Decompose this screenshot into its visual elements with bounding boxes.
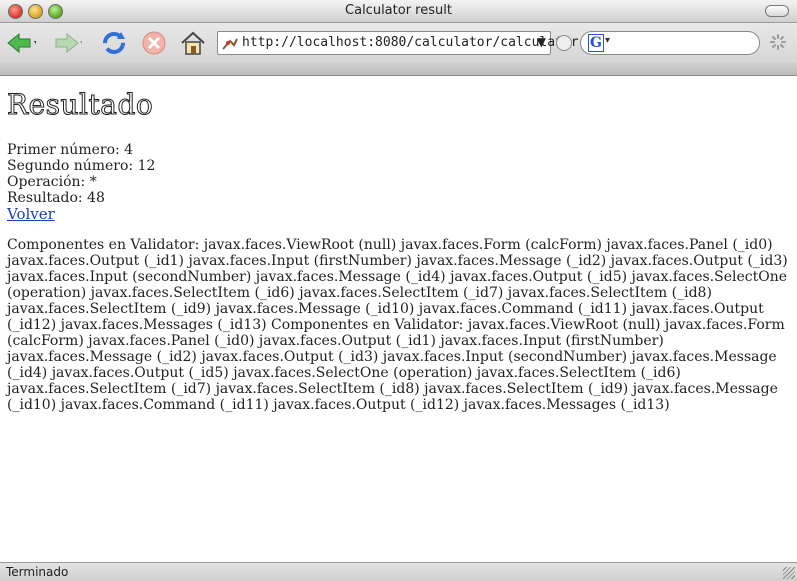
forward-arrow-icon (55, 32, 82, 54)
address-bar[interactable]: http://localhost:8080/calculator/calcula… (217, 31, 626, 55)
operation-line: Operación: * (7, 174, 97, 190)
search-engine-icon[interactable]: G (588, 34, 604, 52)
home-button[interactable] (178, 29, 208, 57)
loading-spinner-icon (770, 34, 786, 50)
go-button[interactable] (556, 35, 572, 51)
result-line: Resultado: 48 (7, 190, 105, 206)
forward-button[interactable] (52, 29, 82, 57)
toolbar-separator (0, 63, 797, 76)
reload-icon (103, 32, 125, 54)
window-titlebar: Calculator result (0, 0, 797, 23)
back-arrow-icon (7, 32, 36, 54)
window-title: Calculator result (345, 3, 452, 18)
search-box[interactable]: G ▾ (580, 31, 760, 55)
home-icon (181, 31, 205, 55)
toolbar-toggle-button[interactable] (765, 5, 789, 17)
back-button[interactable] (6, 29, 36, 57)
resize-grip-icon[interactable] (783, 567, 795, 579)
search-engine-dropdown-icon[interactable]: ▾ (605, 35, 610, 46)
stop-button[interactable] (139, 29, 169, 57)
second-number-line: Segundo número: 12 (7, 158, 156, 174)
page-content: Resultado Primer número: 4 Segundo númer… (0, 76, 797, 562)
page-favicon-icon (222, 36, 238, 55)
history-dropdown-icon[interactable]: ▼ (537, 35, 546, 49)
status-bar: Terminado (0, 562, 797, 581)
components-list: Componentes en Validator: javax.faces.Vi… (7, 237, 788, 413)
status-text: Terminado (6, 565, 69, 579)
stop-icon (142, 31, 166, 55)
first-number-line: Primer número: 4 (7, 142, 134, 158)
back-link[interactable]: Volver (7, 205, 55, 223)
page-title: Resultado (6, 88, 154, 122)
result-details: Primer número: 4 Segundo número: 12 Oper… (7, 142, 155, 223)
reload-button[interactable] (99, 29, 129, 57)
